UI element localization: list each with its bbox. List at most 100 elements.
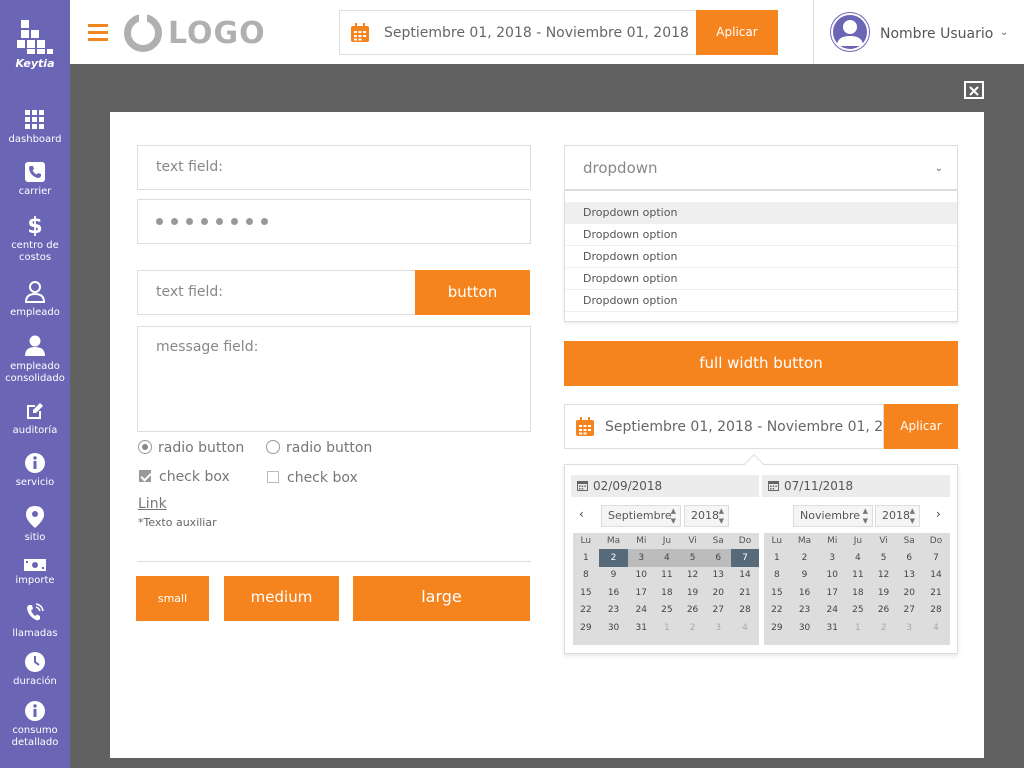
sidebar-item-centro-de-costos[interactable]: $ centro de costos	[0, 214, 70, 264]
sidebar-item-empleado-consolidado[interactable]: empleado consolidado	[0, 335, 70, 385]
calendar-day[interactable]: 1	[573, 549, 599, 567]
date-range-input[interactable]: Septiembre 01, 2018 - Noviembre 01, 2018	[339, 10, 697, 55]
sidebar-item-duracion[interactable]: duración	[0, 652, 70, 688]
calendar-day[interactable]: 21	[922, 584, 950, 602]
dropdown-option[interactable]: Dropdown option	[565, 268, 957, 290]
date-range-input-2[interactable]: Septiembre 01, 2018 - Noviembre 01, 2018	[564, 404, 910, 449]
text-field-2[interactable]: text field:	[137, 270, 417, 315]
calendar-day[interactable]: 12	[680, 567, 706, 585]
calendar-day[interactable]: 4	[731, 619, 759, 637]
calendar-day[interactable]: 3	[705, 619, 731, 637]
calendar-day[interactable]: 14	[922, 567, 950, 585]
menu-icon[interactable]	[88, 24, 108, 42]
dropdown-option[interactable]: Dropdown option	[565, 246, 957, 268]
submit-button[interactable]: button	[415, 270, 530, 315]
calendar-day[interactable]: 4	[845, 549, 871, 567]
start-date-input[interactable]: 02/09/2018	[571, 475, 759, 497]
calendar-day[interactable]: 5	[679, 549, 706, 567]
calendar-day[interactable]: 13	[896, 567, 922, 585]
end-date-input[interactable]: 07/11/2018	[762, 475, 950, 497]
calendar-day[interactable]: 17	[819, 584, 845, 602]
calendar-day[interactable]: 22	[573, 602, 599, 620]
calendar-day[interactable]: 6	[705, 549, 732, 567]
sidebar-item-empleado[interactable]: empleado	[0, 281, 70, 319]
prev-month-icon[interactable]: ‹	[579, 507, 584, 521]
dropdown-option[interactable]: Dropdown option	[565, 290, 957, 312]
sidebar-item-llamadas[interactable]: llamadas	[0, 602, 70, 640]
radio-option-2[interactable]: radio button	[266, 440, 372, 456]
calendar-day[interactable]: 20	[896, 584, 922, 602]
calendar-day[interactable]: 20	[705, 584, 731, 602]
dropdown-option[interactable]: Dropdown option	[565, 224, 957, 246]
calendar-day[interactable]: 9	[599, 567, 629, 585]
medium-button[interactable]: medium	[224, 576, 339, 621]
calendar-day[interactable]: 5	[871, 549, 897, 567]
calendar-day[interactable]: 2	[871, 619, 897, 637]
calendar-day[interactable]: 19	[871, 584, 897, 602]
calendar-day[interactable]: 9	[790, 567, 820, 585]
calendar-day[interactable]: 11	[845, 567, 871, 585]
calendar-day[interactable]: 14	[731, 567, 759, 585]
checkbox-2[interactable]: check box	[267, 470, 358, 486]
calendar-day[interactable]: 8	[764, 567, 790, 585]
calendar-day[interactable]: 25	[654, 602, 680, 620]
calendar-day[interactable]: 12	[871, 567, 897, 585]
calendar-day[interactable]: 8	[573, 567, 599, 585]
calendar-day[interactable]: 2	[790, 549, 820, 567]
calendar-day[interactable]: 15	[573, 584, 599, 602]
calendar-day[interactable]: 6	[896, 549, 922, 567]
calendar-day[interactable]: 29	[764, 619, 790, 637]
radio-option-1[interactable]: radio button	[138, 440, 244, 456]
calendar-day[interactable]: 16	[790, 584, 820, 602]
right-month-select[interactable]: Noviembre ▲ ▼	[793, 505, 873, 527]
calendar-day[interactable]: 17	[628, 584, 654, 602]
calendar-day[interactable]: 30	[790, 619, 820, 637]
calendar-day[interactable]: 24	[628, 602, 654, 620]
brand[interactable]: Keytia	[0, 0, 70, 76]
calendar-day[interactable]: 22	[764, 602, 790, 620]
calendar-day[interactable]: 13	[705, 567, 731, 585]
small-button[interactable]: small	[136, 576, 209, 621]
right-year-select[interactable]: 2018 ▲ ▼	[875, 505, 920, 527]
calendar-day[interactable]: 4	[922, 619, 950, 637]
sidebar-item-dashboard[interactable]: dashboard	[0, 110, 70, 146]
calendar-day[interactable]: 18	[845, 584, 871, 602]
calendar-day[interactable]: 2	[680, 619, 706, 637]
sidebar-item-servicio[interactable]: servicio	[0, 453, 70, 489]
calendar-day[interactable]: 30	[599, 619, 629, 637]
left-month-select[interactable]: Septiembre ▲ ▼	[601, 505, 681, 527]
left-year-select[interactable]: 2018 ▲ ▼	[684, 505, 729, 527]
dropdown-select[interactable]: dropdown ⌄	[564, 145, 958, 190]
calendar-day[interactable]: 26	[871, 602, 897, 620]
calendar-day[interactable]: 18	[654, 584, 680, 602]
calendar-day[interactable]: 1	[845, 619, 871, 637]
calendar-day[interactable]: 4	[654, 549, 680, 567]
text-field[interactable]: text field:	[137, 145, 531, 190]
calendar-day[interactable]: 31	[819, 619, 845, 637]
user-menu[interactable]: Nombre Usuario ⌄	[813, 0, 1024, 64]
calendar-day[interactable]: 1	[764, 549, 790, 567]
message-field[interactable]: message field:	[137, 326, 531, 432]
next-month-icon[interactable]: ›	[936, 507, 941, 521]
sidebar-item-sitio[interactable]: sitio	[0, 506, 70, 544]
calendar-day[interactable]: 10	[628, 567, 654, 585]
close-button[interactable]	[964, 81, 984, 99]
calendar-day[interactable]: 28	[731, 602, 759, 620]
calendar-day[interactable]: 11	[654, 567, 680, 585]
calendar-day[interactable]: 3	[819, 549, 845, 567]
calendar-day[interactable]: 28	[922, 602, 950, 620]
sidebar-item-carrier[interactable]: carrier	[0, 162, 70, 198]
calendar-day[interactable]: 23	[790, 602, 820, 620]
calendar-day[interactable]: 10	[819, 567, 845, 585]
calendar-day[interactable]: 26	[680, 602, 706, 620]
apply-button-2[interactable]: Aplicar	[884, 404, 958, 449]
full-width-button[interactable]: full width button	[564, 341, 958, 386]
calendar-day[interactable]: 16	[599, 584, 629, 602]
checkbox-1[interactable]: check box	[139, 469, 230, 485]
calendar-day[interactable]: 7	[922, 549, 950, 567]
calendar-day[interactable]: 31	[628, 619, 654, 637]
sidebar-item-auditoria[interactable]: auditoría	[0, 401, 70, 437]
calendar-day[interactable]: 2	[598, 549, 629, 567]
calendar-day[interactable]: 19	[680, 584, 706, 602]
calendar-day[interactable]: 25	[845, 602, 871, 620]
